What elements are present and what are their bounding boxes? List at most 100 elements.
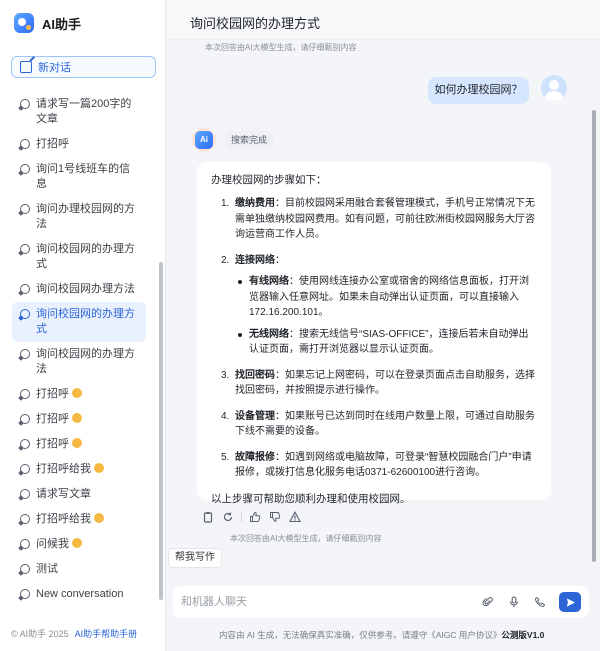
answer-step: 2. 连接网络： 有线网络：使用网线连接办公室或宿舍的网络信息面板，打开浏览器输…	[211, 253, 537, 358]
answer-step: 5. 故障报修：如遇到网络或电脑故障，可登录“智慧校园融合门户”申请报修，或拨打…	[211, 450, 537, 481]
bullet-title: 有线网络	[249, 276, 289, 287]
step-text: ：目前校园网采用融合套餐管理模式，手机号正常情况下无需单独缴纳校园网费用。如有问…	[235, 198, 535, 240]
smile-emoji-icon	[72, 413, 82, 423]
answer-actions	[201, 508, 302, 526]
ai-notice-bottom: 本次回答由AI大模型生成，请仔细甄别内容	[230, 534, 382, 543]
edit-icon	[20, 61, 32, 73]
disclaimer-text: 内容由 AI 生成，无法确保真实准确，仅供参考。请遵守《AIGC 用户协议》	[219, 630, 502, 640]
smile-emoji-icon	[94, 463, 104, 473]
history-item[interactable]: 询问办理校园网的方法	[12, 197, 146, 237]
writing-help-tooltip[interactable]: 帮我写作	[168, 548, 222, 568]
history-item[interactable]: 询问校园网的办理方法	[12, 342, 146, 382]
sidebar-footer: © AI助手 2025 AI助手帮助手册	[11, 627, 137, 640]
history-item[interactable]: 打招呼	[12, 432, 146, 457]
history-item[interactable]: 测试	[12, 557, 146, 582]
history-item-label: New conversation	[36, 588, 124, 600]
copy-icon[interactable]	[201, 510, 215, 524]
step-title: 设备管理	[235, 410, 275, 422]
help-manual-link[interactable]: AI助手帮助手册	[75, 627, 138, 640]
chat-scrollbar[interactable]	[592, 110, 596, 562]
history-item[interactable]: 询问1号线班车的信息	[12, 157, 146, 197]
microphone-icon[interactable]	[505, 593, 523, 611]
chat-input-bar	[173, 586, 589, 618]
smile-emoji-icon	[94, 513, 104, 523]
chat-bubble-icon	[20, 414, 30, 424]
chat-input[interactable]	[181, 596, 471, 608]
history-item[interactable]: 打招呼	[12, 382, 146, 407]
new-chat-label: 新对话	[38, 62, 71, 74]
chat-bubble-icon	[20, 164, 30, 174]
step-title: 故障报修	[235, 451, 275, 463]
send-button[interactable]	[559, 592, 581, 612]
bullet-text: ：使用网线连接办公室或宿舍的网络信息面板，打开浏览器输入任意网址。如果未自动弹出…	[249, 276, 529, 318]
new-chat-button[interactable]: 新对话	[11, 56, 156, 78]
history-item[interactable]: 问候我	[12, 532, 146, 557]
main-panel: 询问校园网的办理方式 本次回答由AI大模型生成，请仔细甄别内容 如何办理校园网？…	[167, 0, 600, 651]
step-text: ：	[275, 254, 285, 266]
chat-bubble-icon	[20, 389, 30, 399]
bullet-text: ：搜索无线信号“SIAS-OFFICE”，连接后若未自动弹出认证页面，需打开浏览…	[249, 328, 529, 356]
step-text: ：如果忘记上网密码，可以在登录页面点击自助服务，选择找回密码，并按照提示进行操作…	[235, 369, 535, 397]
history-item[interactable]: 请求写文章	[12, 482, 146, 507]
version-label: 公测版V1.0	[501, 630, 545, 640]
chat-title: 询问校园网的办理方式	[190, 16, 321, 31]
bullet-title: 无线网络	[249, 328, 289, 340]
smile-emoji-icon	[72, 438, 82, 448]
history-item[interactable]: 询问校园网办理方法	[12, 277, 146, 302]
search-status-badge[interactable]: 搜索完成	[225, 131, 274, 149]
history-item-label: 询问校园网的办理方式	[36, 243, 135, 270]
thumbs-down-icon[interactable]	[268, 510, 282, 524]
history-item[interactable]: 询问校园网的办理方式	[12, 302, 146, 342]
ai-logo-icon: Ai	[195, 131, 213, 149]
divider	[241, 512, 242, 522]
history-item-label: 请求写文章	[36, 488, 91, 500]
thumbs-up-icon[interactable]	[248, 510, 262, 524]
step-number: 4.	[221, 410, 230, 422]
conversation-history: 请求写一篇200字的文章 打招呼 询问1号线班车的信息 询问办理校园网的方法 询问校园网…	[0, 92, 158, 619]
report-icon[interactable]	[288, 510, 302, 524]
history-item-label: 打招呼	[36, 138, 69, 150]
regenerate-icon[interactable]	[221, 510, 235, 524]
history-item-label: 打招呼	[36, 413, 69, 425]
user-message: 如何办理校园网？	[428, 77, 529, 104]
step-number: 1.	[221, 198, 230, 209]
sidebar: AI助手 新对话 请求写一篇200字的文章 打招呼 询问1号线班车的信息 询问办理校园…	[0, 0, 166, 651]
history-item[interactable]: 打招呼给我	[12, 457, 146, 482]
history-item[interactable]: New conversation	[12, 582, 146, 607]
history-item-label: 询问校园网办理方法	[36, 283, 135, 295]
answer-step: 1. 缴纳费用：目前校园网采用融合套餐管理模式，手机号正常情况下无需单独缴纳校园…	[211, 196, 537, 243]
history-item-label: 打招呼给我	[36, 463, 91, 475]
history-item[interactable]: 询问校园网的办理方式	[12, 237, 146, 277]
smile-emoji-icon	[72, 388, 82, 398]
history-item-label: 打招呼	[36, 388, 69, 400]
phone-icon[interactable]	[531, 593, 549, 611]
chat-bubble-icon	[20, 514, 30, 524]
step-number: 5.	[221, 451, 230, 463]
disclaimer: 内容由 AI 生成，无法确保真实准确，仅供参考。请遵守《AIGC 用户协议》公测…	[219, 629, 544, 641]
chat-bubble-icon	[20, 284, 30, 294]
send-icon	[566, 597, 575, 607]
attachment-icon[interactable]	[479, 593, 497, 611]
chat-bubble-icon	[20, 244, 30, 254]
chat-bubble-icon	[20, 204, 30, 214]
history-item[interactable]: 打招呼	[12, 132, 146, 157]
brand-name: AI助手	[42, 16, 82, 32]
brand-logo-icon	[14, 13, 34, 33]
history-item-label: 测试	[36, 563, 58, 575]
history-item[interactable]: 打招呼	[12, 407, 146, 432]
answer-bullet: 无线网络：搜索无线信号“SIAS-OFFICE”，连接后若未自动弹出认证页面，需…	[235, 327, 537, 358]
sidebar-scrollbar[interactable]	[159, 262, 163, 600]
ai-answer: 办理校园网的步骤如下： 1. 缴纳费用：目前校园网采用融合套餐管理模式，手机号正…	[197, 162, 551, 505]
history-item[interactable]: 打招呼给我	[12, 507, 146, 532]
chat-bubble-icon	[20, 439, 30, 449]
step-number: 2.	[221, 254, 230, 266]
footer-copyright: © AI助手 2025	[11, 629, 69, 639]
chat-bubble-icon	[20, 349, 30, 359]
history-item[interactable]: 请求写一篇200字的文章	[12, 92, 146, 132]
history-item-label: 请求写一篇200字的文章	[36, 98, 132, 125]
step-title: 缴纳费用	[235, 198, 275, 209]
brand[interactable]: AI助手	[14, 12, 81, 34]
history-item-label: 询问1号线班车的信息	[36, 163, 131, 190]
answer-bullet: 有线网络：使用网线连接办公室或宿舍的网络信息面板，打开浏览器输入任意网址。如果未…	[235, 274, 537, 321]
step-text: ：如遇到网络或电脑故障，可登录“智慧校园融合门户”申请报修，或拨打信息化服务电话…	[235, 451, 532, 479]
